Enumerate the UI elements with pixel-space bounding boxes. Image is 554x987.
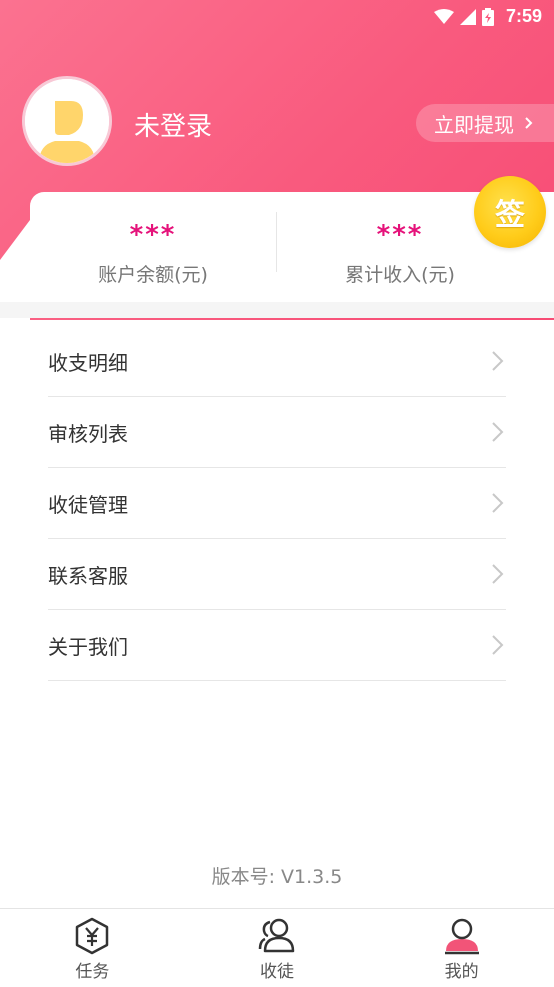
account-balance-label: 账户余额(元) (98, 264, 208, 286)
chevron-right-icon (525, 117, 533, 129)
sign-in-badge[interactable]: 签 (474, 176, 546, 248)
menu-item-label: 联系客服 (48, 563, 128, 588)
withdraw-label: 立即提现 (434, 112, 514, 137)
bottom-tab-bar: 任务 收徒 我的 (0, 908, 554, 987)
users-icon (258, 918, 295, 953)
menu-item-review-list[interactable]: 审核列表 (48, 397, 506, 468)
tab-mine[interactable]: 我的 (369, 909, 554, 987)
chevron-right-icon (492, 493, 504, 513)
avatar[interactable] (22, 76, 112, 166)
withdraw-button[interactable]: 立即提现 (416, 104, 554, 142)
menu-item-label: 收徒管理 (48, 492, 128, 517)
profile-icon (444, 918, 479, 955)
menu-item-income-details[interactable]: 收支明细 (48, 326, 506, 397)
total-income-label: 累计收入(元) (345, 264, 455, 286)
sign-in-label: 签 (495, 198, 525, 233)
chevron-right-icon (492, 635, 504, 655)
tab-tasks[interactable]: 任务 (0, 909, 185, 987)
account-balance[interactable]: *** 账户余额(元) (30, 192, 276, 302)
battery-icon (481, 7, 494, 26)
account-balance-value: *** (129, 220, 177, 250)
menu-item-label: 关于我们 (48, 634, 128, 659)
menu-item-contact-support[interactable]: 联系客服 (48, 539, 506, 610)
status-bar: 7:59 (0, 0, 554, 30)
tab-label: 任务 (75, 962, 110, 982)
menu-item-about-us[interactable]: 关于我们 (48, 610, 506, 681)
chevron-right-icon (492, 422, 504, 442)
yen-hexagon-icon (76, 917, 109, 955)
wifi-icon (433, 8, 454, 24)
version-label: 版本号: V1.3.5 (211, 866, 343, 888)
menu-list: 收支明细 审核列表 收徒管理 联系客服 关于我们 (48, 326, 506, 681)
section-gap (0, 302, 554, 318)
chevron-right-icon (492, 351, 504, 371)
chevron-right-icon (492, 564, 504, 584)
default-avatar-icon (25, 79, 109, 163)
username-label[interactable]: 未登录 (134, 106, 212, 143)
menu-item-label: 收支明细 (48, 350, 128, 375)
tab-label: 我的 (444, 962, 479, 982)
signal-icon (459, 8, 476, 25)
menu-item-label: 审核列表 (48, 421, 128, 446)
tab-label: 收徒 (260, 962, 294, 982)
status-time: 7:59 (505, 6, 542, 26)
menu-item-apprentice-management[interactable]: 收徒管理 (48, 468, 506, 539)
tab-apprentices[interactable]: 收徒 (185, 909, 370, 987)
